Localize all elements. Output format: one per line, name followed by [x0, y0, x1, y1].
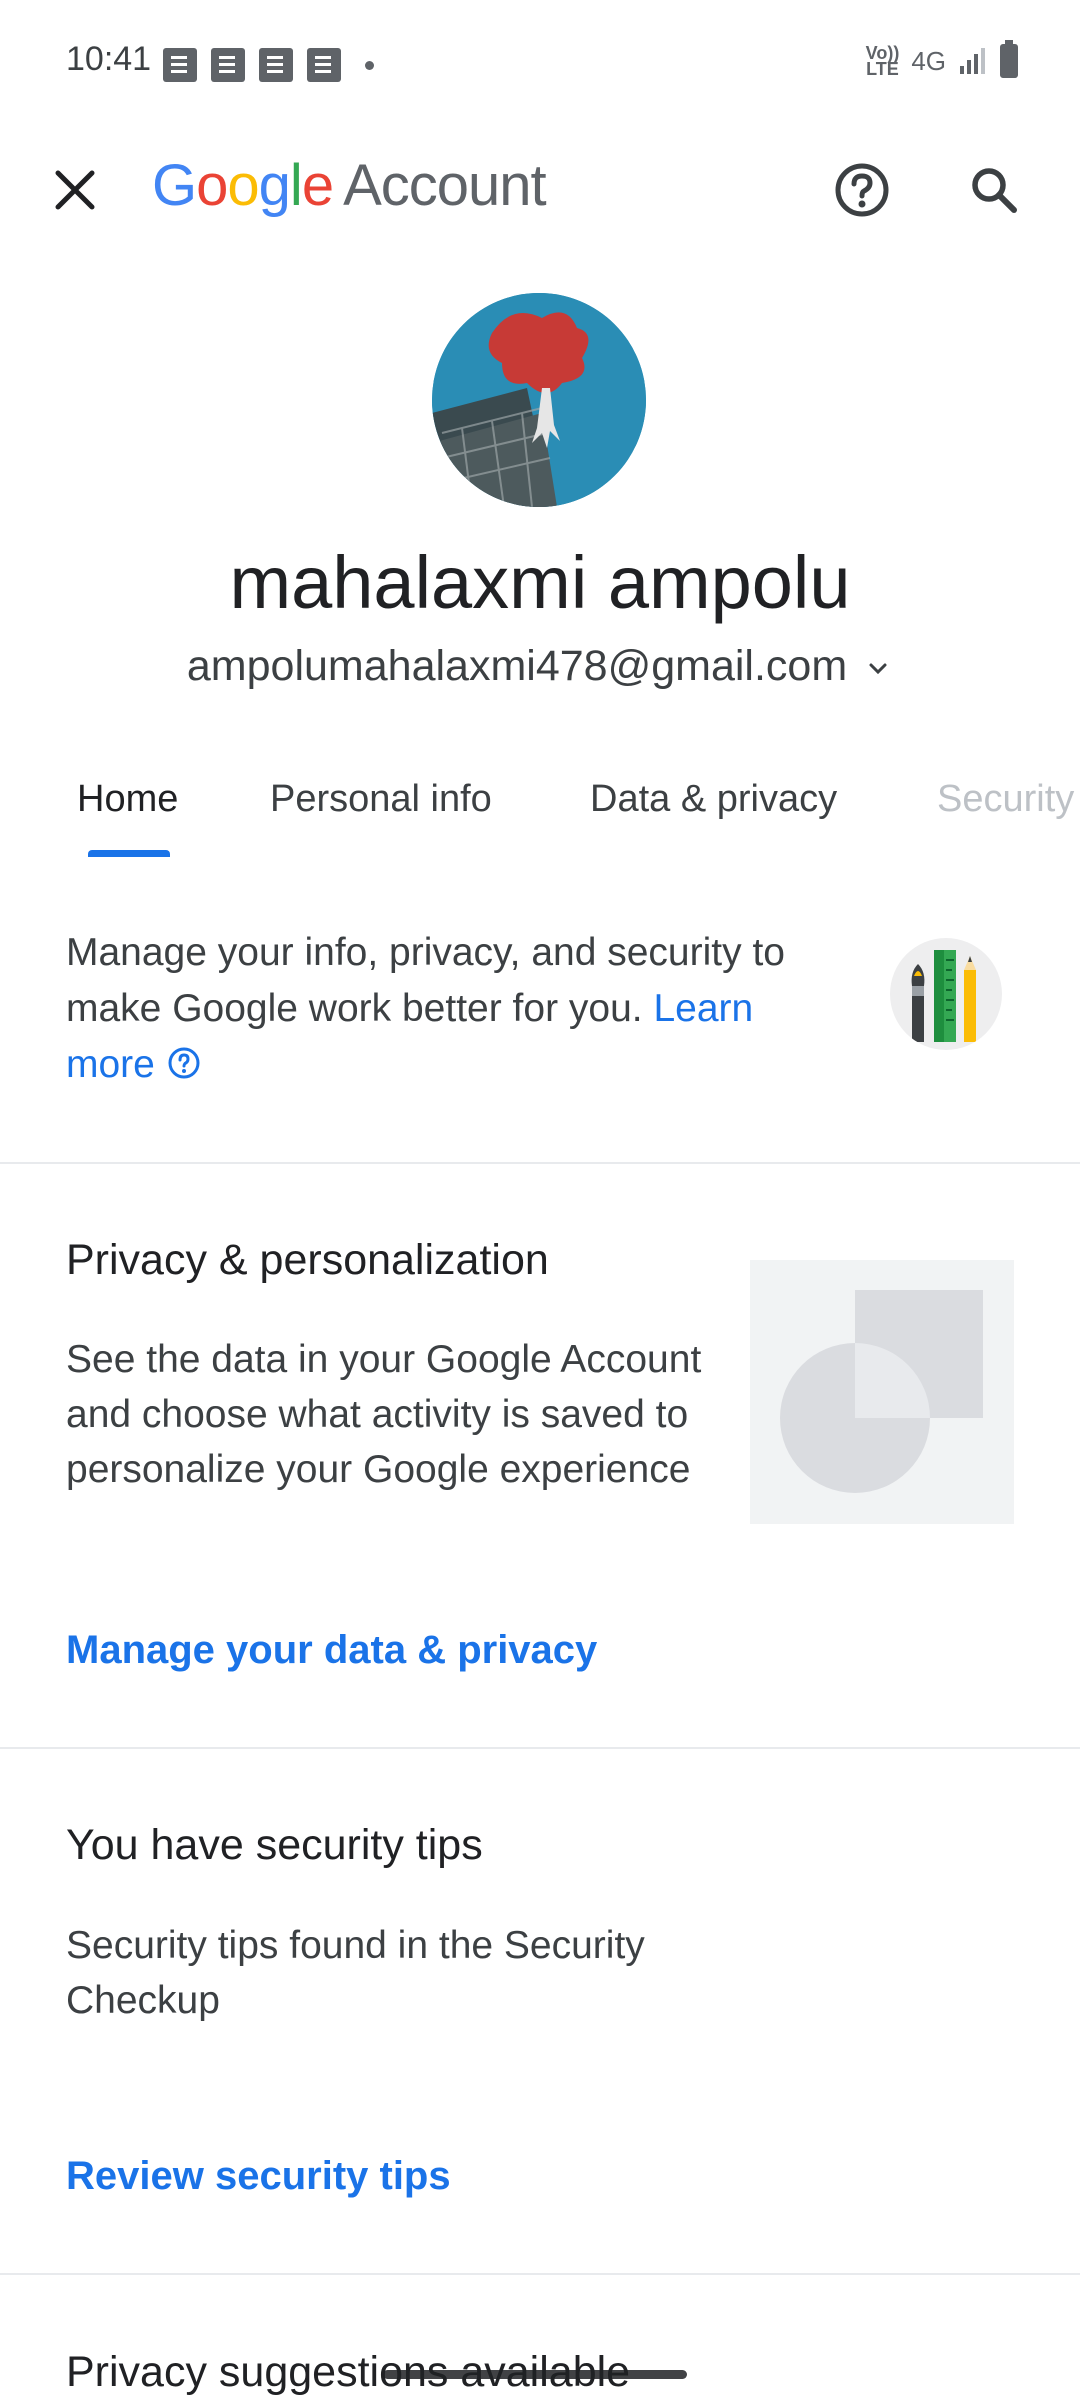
status-bar: 10:41 Vo)) LTE 4G	[0, 0, 1080, 120]
volte-icon: Vo)) LTE	[865, 43, 900, 79]
network-type: 4G	[911, 45, 946, 76]
search-icon	[972, 168, 1017, 213]
account-name: mahalaxmi ampolu	[229, 541, 851, 624]
notification-icon	[307, 48, 341, 82]
chevron-down-icon	[869, 663, 887, 674]
signal-icon	[960, 48, 985, 74]
section-divider	[0, 1747, 1080, 1749]
section-divider	[0, 2273, 1080, 2275]
intro-text: Manage your info, privacy, and security …	[66, 931, 785, 1086]
close-icon	[55, 170, 95, 210]
notification-icon	[211, 48, 245, 82]
search-button[interactable]	[958, 154, 1030, 226]
profile-photo	[432, 293, 646, 507]
tab-security[interactable]: Security	[937, 778, 1074, 821]
manage-data-privacy-link[interactable]: Manage your data & privacy	[66, 1628, 597, 1673]
close-button[interactable]	[40, 155, 110, 225]
tab-bar: Home Personal info Data & privacy Securi…	[0, 760, 1080, 860]
more-notifications-dot-icon	[365, 60, 374, 70]
review-security-tips-link[interactable]: Review security tips	[66, 2154, 451, 2199]
tab-personal-info[interactable]: Personal info	[270, 778, 492, 821]
security-tips-title: You have security tips	[66, 1821, 483, 1869]
tools-icon	[911, 950, 976, 1042]
security-tips-description: Security tips found in the Security Chec…	[66, 1924, 645, 2022]
privacy-card-title: Privacy & personalization	[66, 1236, 549, 1284]
brand-suffix: Account	[343, 153, 547, 218]
active-tab-indicator	[88, 850, 170, 857]
notification-icon	[259, 48, 293, 82]
tab-home[interactable]: Home	[77, 778, 178, 821]
account-email: ampolumahalaxmi478@gmail.com	[186, 642, 848, 690]
notification-icons	[163, 48, 374, 82]
help-button[interactable]	[826, 154, 898, 226]
app-bar: Google Account	[0, 130, 1080, 250]
tools-illustration	[890, 938, 1002, 1050]
account-switcher[interactable]: ampolumahalaxmi478@gmail.com	[0, 642, 1080, 691]
tab-data-privacy[interactable]: Data & privacy	[590, 778, 837, 821]
status-time: 10:41	[66, 40, 152, 78]
system-icons: Vo)) LTE 4G	[865, 40, 1018, 79]
avatar[interactable]	[432, 293, 646, 507]
home-gesture-bar[interactable]	[383, 2370, 687, 2379]
notification-icon	[163, 48, 197, 82]
battery-icon	[1000, 40, 1018, 78]
help-circle-icon	[168, 1047, 200, 1079]
help-icon	[835, 163, 889, 217]
section-divider	[0, 1162, 1080, 1164]
google-account-logo: Google Account	[152, 153, 547, 218]
privacy-illustration	[750, 1260, 1014, 1524]
shapes-icon	[780, 1290, 983, 1493]
privacy-card-description: See the data in your Google Account and …	[66, 1338, 702, 1491]
